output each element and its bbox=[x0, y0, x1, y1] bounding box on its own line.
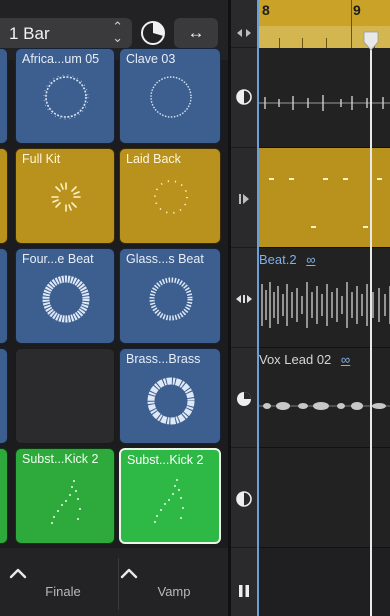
region-name: Vox Lead 02 ∞ bbox=[259, 352, 351, 367]
midi-notes-icon bbox=[154, 479, 184, 523]
half-circle-icon bbox=[236, 89, 252, 105]
tracks-area: 8 9 Beat.2 ∞ Vox Lead 02 ∞ bbox=[257, 0, 390, 616]
scene-trigger-vamp[interactable]: Vamp bbox=[119, 562, 229, 599]
expand-arrows-icon bbox=[236, 295, 252, 303]
loop-cell[interactable]: Africa...um 05 bbox=[15, 48, 115, 144]
loop-ring-icon bbox=[43, 74, 89, 120]
beat-tick bbox=[326, 38, 327, 48]
scene-label: Finale bbox=[45, 584, 81, 599]
loop-cell[interactable]: Subst...Kick 2 bbox=[15, 448, 115, 544]
loop-cell[interactable]: Laid Back bbox=[119, 148, 221, 244]
track-header[interactable] bbox=[231, 448, 257, 548]
scene-trigger-finale[interactable]: Finale bbox=[8, 562, 118, 599]
waveform-ring-icon bbox=[42, 275, 90, 323]
track-header[interactable] bbox=[231, 48, 257, 148]
swap-button[interactable]: ↔ bbox=[174, 18, 218, 48]
waveform-ring-icon bbox=[149, 277, 193, 321]
beat-tick bbox=[279, 38, 280, 48]
loop-icon[interactable]: ∞ bbox=[306, 252, 315, 267]
track-header[interactable] bbox=[231, 248, 257, 348]
swap-icon: ↔ bbox=[187, 23, 205, 42]
loop-cell[interactable]: Four...e Beat bbox=[15, 248, 115, 344]
loop-cell[interactable]: Clave 03 bbox=[119, 48, 221, 144]
play-bar-icon bbox=[239, 194, 249, 204]
loop-ring-icon bbox=[150, 76, 192, 118]
up-down-chevron-icon: ⌃ ⌄ bbox=[112, 19, 123, 45]
chevron-up-icon bbox=[120, 568, 138, 579]
track-headers bbox=[231, 0, 257, 616]
expand-arrows-icon[interactable] bbox=[235, 24, 253, 42]
cell-partial[interactable] bbox=[0, 248, 8, 344]
quantize-value: 1 Bar bbox=[9, 24, 50, 43]
cell-partial[interactable] bbox=[0, 348, 8, 444]
half-circle-icon bbox=[236, 491, 252, 507]
dial-icon[interactable] bbox=[140, 20, 166, 46]
region-name: Beat.2 ∞ bbox=[259, 252, 316, 267]
cell-partial[interactable] bbox=[0, 448, 8, 544]
track-header[interactable] bbox=[231, 148, 257, 248]
pattern-dots-icon bbox=[154, 180, 188, 214]
midi-notes-icon bbox=[51, 480, 81, 524]
track-header[interactable] bbox=[231, 348, 257, 448]
progress-dial-icon bbox=[237, 392, 251, 406]
chevron-up-icon bbox=[9, 568, 27, 579]
loop-icon[interactable]: ∞ bbox=[341, 352, 350, 367]
bar-number: 8 bbox=[262, 2, 270, 18]
loop-cell[interactable]: Brass...Brass bbox=[119, 348, 221, 444]
track-header[interactable] bbox=[231, 548, 257, 616]
loop-cell-selected[interactable]: Subst...Kick 2 bbox=[119, 448, 221, 544]
track-header-top bbox=[231, 0, 257, 48]
quantize-selector[interactable]: 1 Bar ⌃ ⌄ bbox=[0, 18, 132, 48]
live-loops-grid: Africa...um 05 Clave 03 Full Kit Laid Ba… bbox=[0, 48, 228, 548]
cell-partial[interactable] bbox=[0, 48, 8, 144]
bar-tick bbox=[351, 0, 352, 48]
waveform-ring-icon bbox=[147, 377, 195, 425]
pattern-burst-icon bbox=[51, 182, 81, 212]
scene-trigger-bar: Finale Vamp bbox=[0, 548, 228, 616]
playhead-handle-icon[interactable] bbox=[362, 30, 380, 52]
bar-number: 9 bbox=[353, 2, 361, 18]
pause-icon[interactable] bbox=[235, 582, 253, 600]
beat-tick bbox=[302, 38, 303, 48]
loop-cell[interactable]: Full Kit bbox=[15, 148, 115, 244]
empty-cell[interactable] bbox=[15, 348, 115, 444]
cell-partial[interactable] bbox=[0, 148, 8, 244]
scene-label: Vamp bbox=[157, 584, 191, 599]
loop-cell[interactable]: Glass...s Beat bbox=[119, 248, 221, 344]
playhead[interactable] bbox=[370, 34, 372, 616]
